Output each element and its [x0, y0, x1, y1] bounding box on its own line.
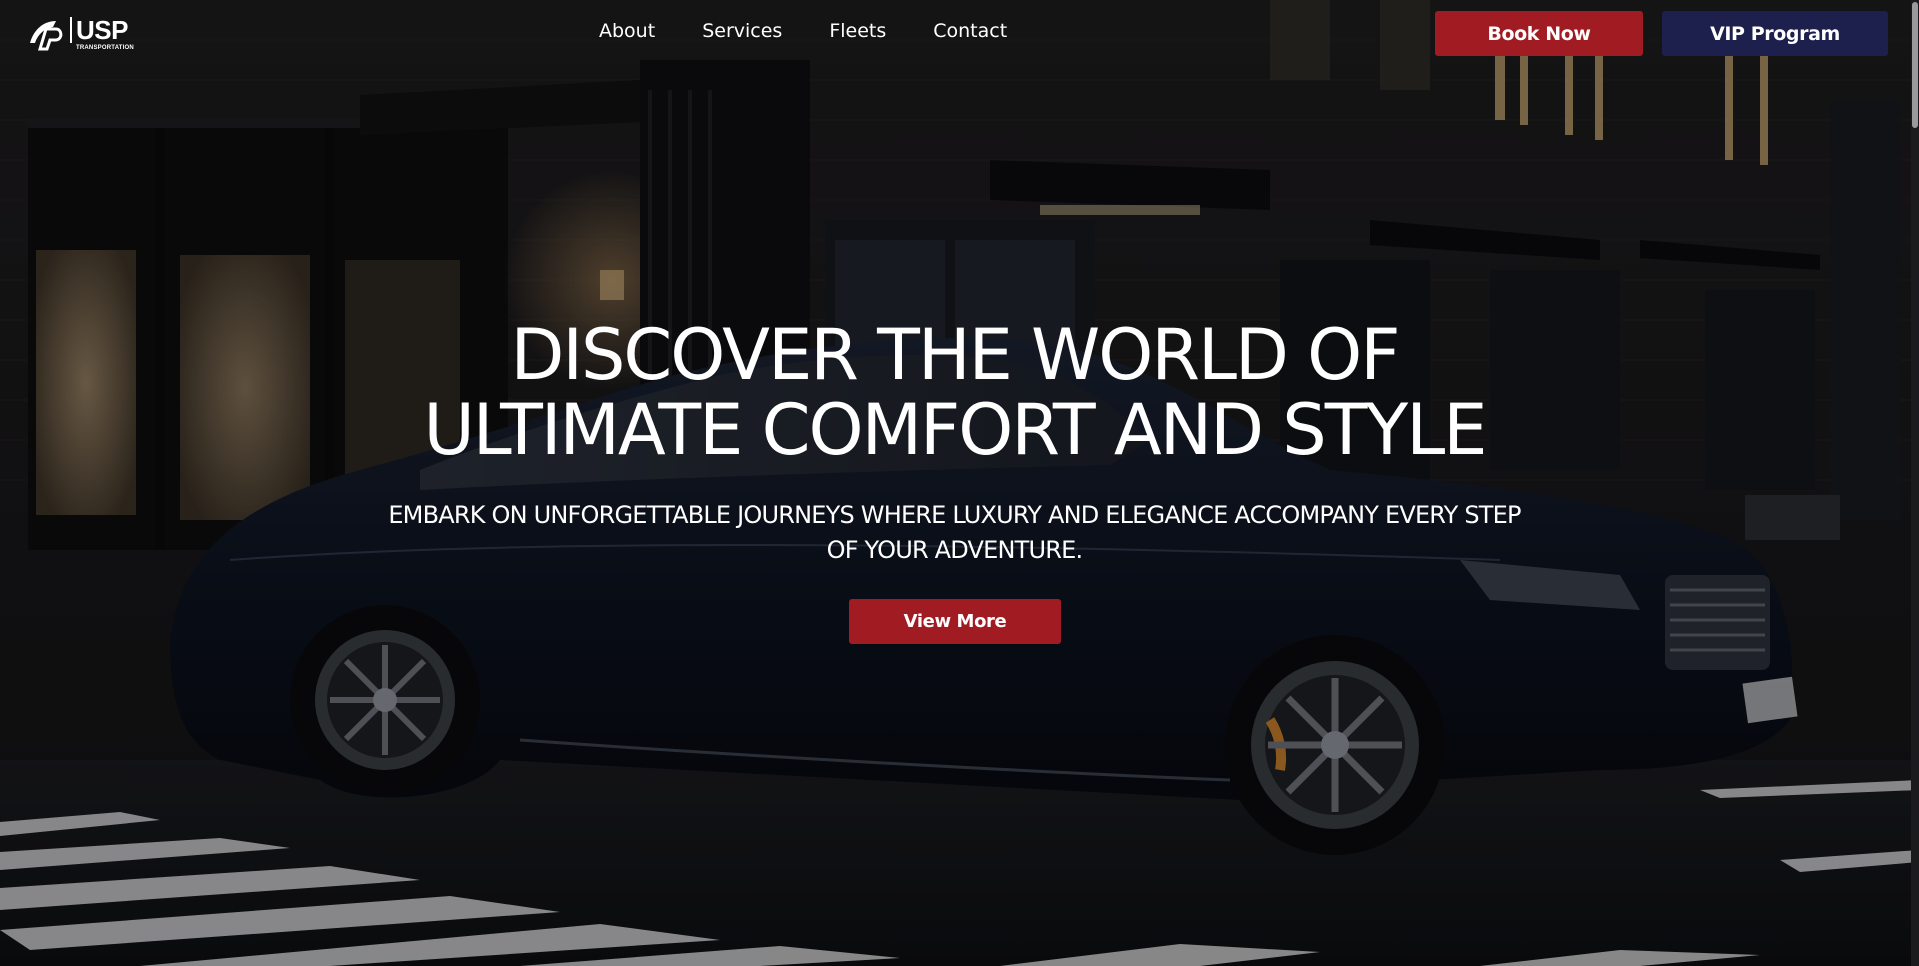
book-now-button[interactable]: Book Now: [1435, 11, 1643, 56]
scrollbar-thumb[interactable]: [1912, 2, 1918, 128]
hero-title-line-1: DISCOVER THE WORLD OF: [510, 314, 1400, 396]
brand-logo[interactable]: USP TRANSPORTATION: [26, 14, 144, 54]
nav-link-services[interactable]: Services: [702, 20, 782, 42]
site-header: USP TRANSPORTATION About Services Fleets…: [0, 0, 1919, 68]
hero-subtitle: EMBARK ON UNFORGETTABLE JOURNEYS WHERE L…: [388, 501, 1521, 564]
nav-link-contact[interactable]: Contact: [933, 20, 1007, 42]
hero-background-image: [0, 0, 1919, 966]
usp-logo-icon: [30, 21, 63, 51]
nav-link-about[interactable]: About: [599, 20, 655, 42]
brand-tagline: TRANSPORTATION: [76, 45, 134, 51]
vip-program-button[interactable]: VIP Program: [1662, 11, 1888, 56]
view-more-button[interactable]: View More: [849, 599, 1061, 644]
hero-title: DISCOVER THE WORLD OF ULTIMATE COMFORT A…: [0, 318, 1909, 468]
main-nav: About Services Fleets Contact: [599, 20, 1054, 42]
page-scrollbar[interactable]: [1911, 0, 1919, 966]
nav-link-fleets[interactable]: Fleets: [829, 20, 886, 42]
brand-name: USP: [70, 17, 134, 43]
hero-title-line-2: ULTIMATE COMFORT AND STYLE: [423, 389, 1488, 471]
